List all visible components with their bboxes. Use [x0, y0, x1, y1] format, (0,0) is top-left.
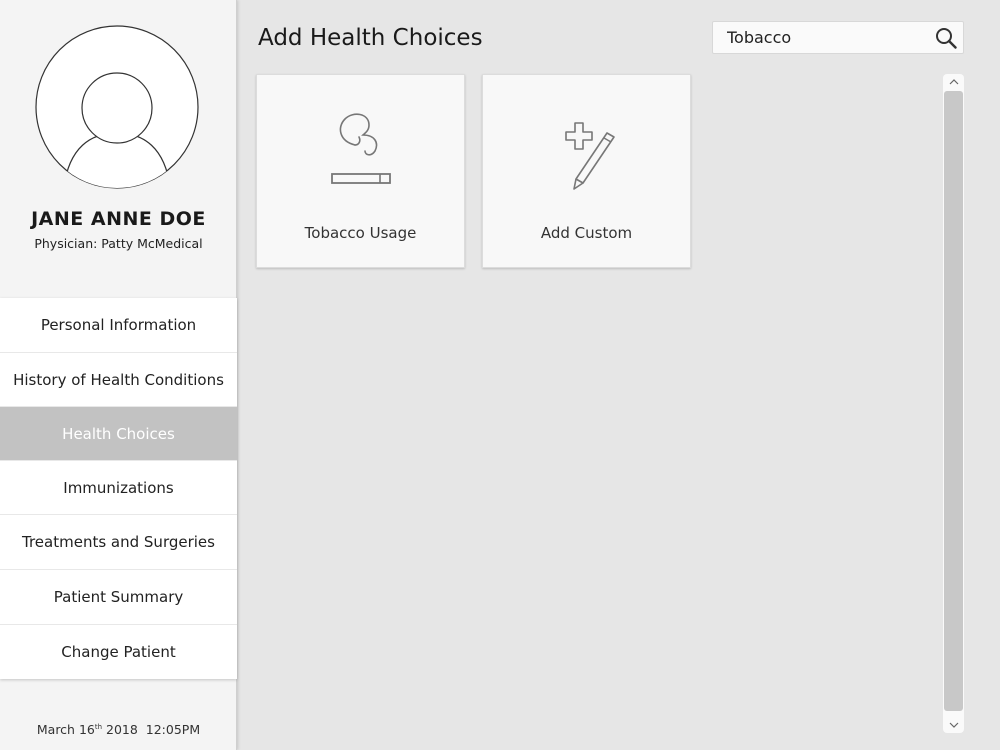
patient-name: JANE ANNE DOE — [31, 208, 206, 230]
nav-item-personal-information[interactable]: Personal Information — [0, 298, 237, 352]
page-title: Add Health Choices — [258, 25, 483, 51]
card-label: Add Custom — [540, 224, 633, 242]
date-month-day: March 16 — [36, 722, 95, 737]
date-day-suffix: th — [94, 722, 103, 731]
nav-item-patient-summary[interactable]: Patient Summary — [0, 569, 237, 624]
add-custom-card[interactable]: Add Custom — [482, 74, 691, 268]
sidebar-nav: Personal Information History of Health C… — [0, 298, 237, 679]
nav-item-immunizations[interactable]: Immunizations — [0, 460, 237, 514]
tobacco-usage-card[interactable]: Tobacco Usage — [256, 74, 465, 268]
nav-item-treatments-and-surgeries[interactable]: Treatments and Surgeries — [0, 514, 237, 569]
avatar-placeholder-icon — [35, 25, 199, 189]
cigarette-smoke-icon — [331, 113, 391, 184]
nav-item-label: Patient Summary — [53, 588, 184, 606]
search-icon[interactable] — [935, 27, 957, 49]
nav-item-label: Change Patient — [61, 643, 176, 661]
vertical-scrollbar[interactable] — [943, 74, 964, 733]
card-label: Tobacco Usage — [304, 224, 417, 242]
nav-item-change-patient[interactable]: Change Patient — [0, 624, 237, 679]
nav-item-label: Personal Information — [40, 316, 197, 334]
nav-item-history-of-health-conditions[interactable]: History of Health Conditions — [0, 352, 237, 406]
nav-item-label: Treatments and Surgeries — [22, 533, 215, 551]
nav-item-label: Immunizations — [63, 478, 174, 497]
physician-name: Physician: Patty McMedical — [34, 236, 203, 251]
nav-item-label: Health Choices — [62, 424, 175, 443]
nav-item-health-choices[interactable]: Health Choices — [0, 406, 237, 460]
nav-item-label: History of Health Conditions — [13, 370, 224, 389]
scrollbar-thumb[interactable] — [944, 91, 963, 711]
scroll-down-arrow-icon[interactable] — [943, 717, 964, 733]
sidebar: JANE ANNE DOE Physician: Patty McMedical… — [0, 0, 237, 750]
search-box — [712, 21, 964, 54]
current-datetime: March 16th 2018 12:05PM — [0, 722, 237, 737]
date-year-time: 2018 12:05PM — [102, 722, 201, 737]
plus-pencil-icon — [565, 122, 615, 190]
search-input[interactable] — [713, 22, 927, 53]
scroll-up-arrow-icon[interactable] — [943, 74, 964, 90]
